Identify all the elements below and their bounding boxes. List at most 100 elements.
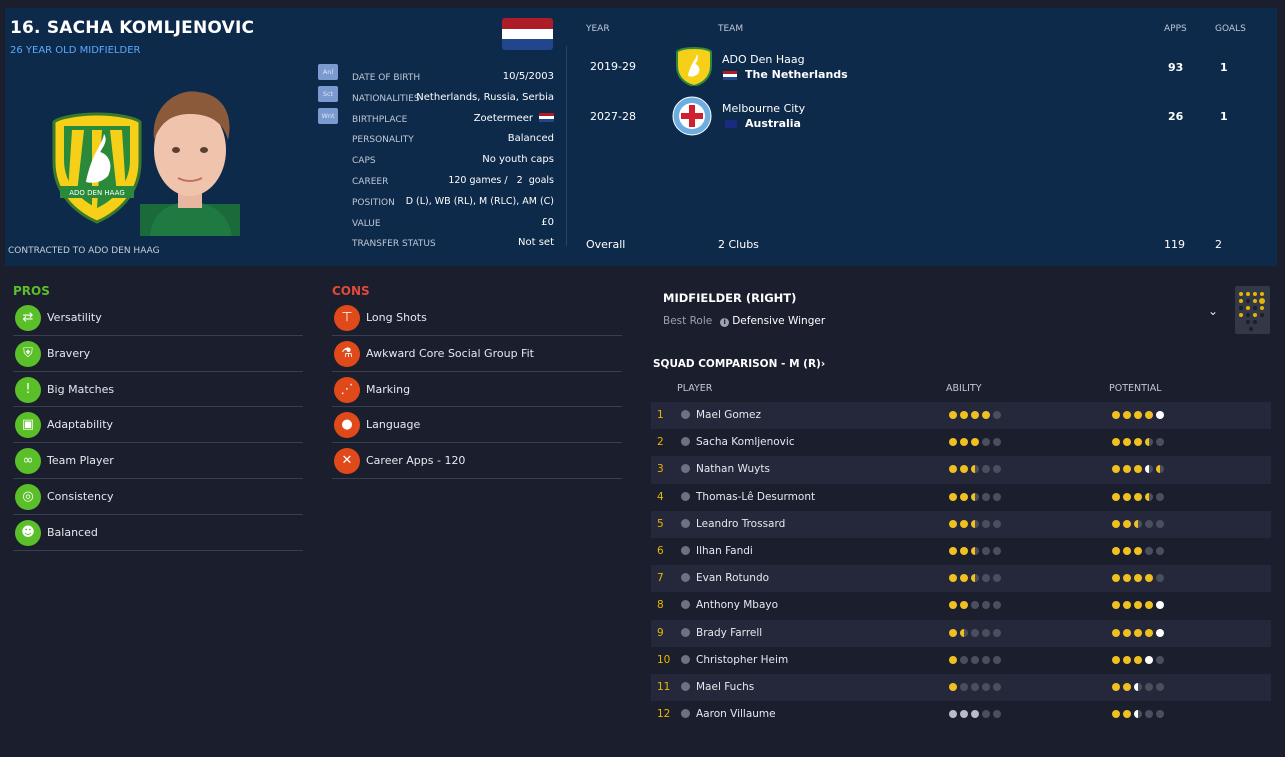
table-row[interactable]: 11 Mael Fuchs (651, 673, 1271, 702)
table-row[interactable]: 7 Evan Rotundo (651, 565, 1271, 593)
col-ability[interactable]: ABILITY (946, 383, 982, 394)
table-row[interactable]: 2 Sacha Komljenovic (651, 429, 1271, 456)
info-row-nationalities[interactable]: NATIONALITIES Netherlands, Russia, Serbia (352, 89, 554, 110)
table-row[interactable]: 9 Brady Farrell (651, 619, 1271, 647)
info-row-position: POSITION D (L), WB (RL), M (RLC), AM (C) (352, 193, 554, 214)
potential-star (1112, 438, 1120, 447)
potential-star (1112, 465, 1120, 474)
player-name-link[interactable]: Christopher Heim (696, 654, 788, 666)
player-name-link[interactable]: Anthony Mbayo (696, 599, 778, 611)
badge-wanted[interactable]: Wnt (318, 108, 338, 124)
chevron-down-icon[interactable]: ⌄ (1208, 304, 1218, 318)
ability-star (971, 519, 979, 528)
ability-star (982, 655, 990, 664)
player-name-link[interactable]: Brady Farrell (696, 627, 762, 639)
ability-star (960, 574, 968, 583)
player-name-link[interactable]: Thomas-Lê Desurmont (696, 491, 815, 503)
list-item[interactable]: ∞ Team Player (13, 443, 303, 479)
list-item[interactable]: ◎ Consistency (13, 479, 303, 515)
position-title: MIDFIELDER (RIGHT) (663, 291, 797, 305)
table-row[interactable]: 8 Anthony Mbayo (651, 592, 1271, 619)
potential-stars (1112, 574, 1167, 587)
ability-star (982, 411, 990, 419)
potential-star (1134, 710, 1142, 719)
player-name-link[interactable]: Mael Fuchs (696, 681, 754, 693)
history-apps: 26 (1168, 110, 1184, 123)
history-club-link[interactable]: ADO Den Haag (722, 53, 805, 66)
potential-star (1112, 574, 1120, 583)
potential-star (1112, 492, 1120, 501)
potential-star (1145, 682, 1153, 691)
melbourne-city-crest-icon[interactable] (672, 96, 712, 136)
ability-stars (949, 411, 1004, 424)
potential-stars (1112, 546, 1167, 560)
info-key: PERSONALITY (352, 135, 414, 146)
ability-stars (949, 710, 1004, 723)
list-item[interactable]: ⚗ Awkward Core Social Group Fit (332, 336, 622, 372)
list-item[interactable]: ▣ Adaptability (13, 407, 303, 444)
potential-star (1156, 655, 1164, 664)
ability-star (971, 438, 979, 447)
player-name-link[interactable]: Nathan Wuyts (696, 463, 770, 475)
player-name-link[interactable]: Sacha Komljenovic (696, 436, 795, 448)
history-club-link[interactable]: Melbourne City (722, 102, 805, 115)
potential-star (1156, 574, 1164, 583)
ability-star (971, 710, 979, 719)
list-item[interactable]: ⛨ Bravery (13, 336, 303, 372)
table-row[interactable]: 3 Nathan Wuyts (651, 456, 1271, 484)
col-player[interactable]: PLAYER (677, 383, 712, 394)
best-role: Best Role i Defensive Winger (663, 315, 826, 327)
ability-stars (949, 682, 1004, 696)
row-number: 5 (657, 517, 664, 530)
table-row[interactable]: 4 Thomas-Lê Desurmont (651, 484, 1271, 511)
table-row[interactable]: 10 Christopher Heim (651, 647, 1271, 674)
ability-star (949, 546, 957, 555)
potential-star (1112, 628, 1120, 637)
table-row[interactable]: 12 Aaron Villaume (651, 701, 1271, 728)
player-name-link[interactable]: Aaron Villaume (696, 708, 776, 720)
potential-star (1134, 546, 1142, 555)
potential-star (1145, 628, 1153, 637)
ability-stars (949, 601, 1004, 614)
ability-star (960, 519, 968, 528)
player-age-position: 26 YEAR OLD MIDFIELDER (10, 45, 141, 56)
potential-star (1112, 546, 1120, 555)
potential-star (1145, 519, 1153, 528)
list-item[interactable]: ⋰ Marking (332, 372, 622, 408)
potential-star (1112, 519, 1120, 528)
squad-comparison-link[interactable]: SQUAD COMPARISON - M (R)› (653, 358, 825, 370)
player-name-link[interactable]: Ilhan Fandi (696, 545, 753, 557)
player-name-link[interactable]: Mael Gomez (696, 409, 761, 421)
info-icon[interactable]: i (720, 318, 730, 327)
list-item[interactable]: ● Language (332, 407, 622, 444)
ability-star (993, 682, 1001, 691)
ability-star (993, 438, 1001, 447)
info-row-personality: PERSONALITY Balanced (352, 130, 554, 151)
potential-star (1123, 601, 1131, 610)
table-row[interactable]: 6 Ilhan Fandi (651, 538, 1271, 565)
col-potential[interactable]: POTENTIAL (1109, 383, 1162, 394)
potential-stars (1112, 411, 1167, 424)
list-item[interactable]: ⊤ Long Shots (332, 300, 622, 336)
position-pitch-icon[interactable] (1235, 286, 1270, 334)
player-name-link[interactable]: Leandro Trossard (696, 518, 785, 530)
badge-analyst[interactable]: Anl (318, 64, 338, 80)
table-row[interactable]: 1 Mael Gomez (651, 402, 1271, 430)
ado-den-haag-crest-icon[interactable] (674, 46, 714, 86)
badge-scout[interactable]: Sct (318, 86, 338, 102)
player-name-link[interactable]: Evan Rotundo (696, 572, 769, 584)
potential-star (1112, 710, 1120, 719)
table-row[interactable]: 5 Leandro Trossard (651, 510, 1271, 538)
potential-star (1145, 710, 1153, 719)
list-item[interactable]: ☻ Balanced (13, 515, 303, 551)
info-value[interactable]: Netherlands, Russia, Serbia (416, 92, 554, 103)
ability-stars (949, 546, 1004, 560)
potential-stars (1112, 465, 1167, 478)
ability-star (960, 655, 968, 664)
player-info-panel: DATE OF BIRTH 10/5/2003 NATIONALITIES Neth… (352, 68, 554, 255)
list-item[interactable]: ⇄ Versatility (13, 300, 303, 336)
list-item[interactable]: ! Big Matches (13, 372, 303, 408)
potential-star (1145, 574, 1153, 583)
list-item[interactable]: ✕ Career Apps - 120 (332, 443, 622, 479)
person-icon (681, 464, 690, 474)
